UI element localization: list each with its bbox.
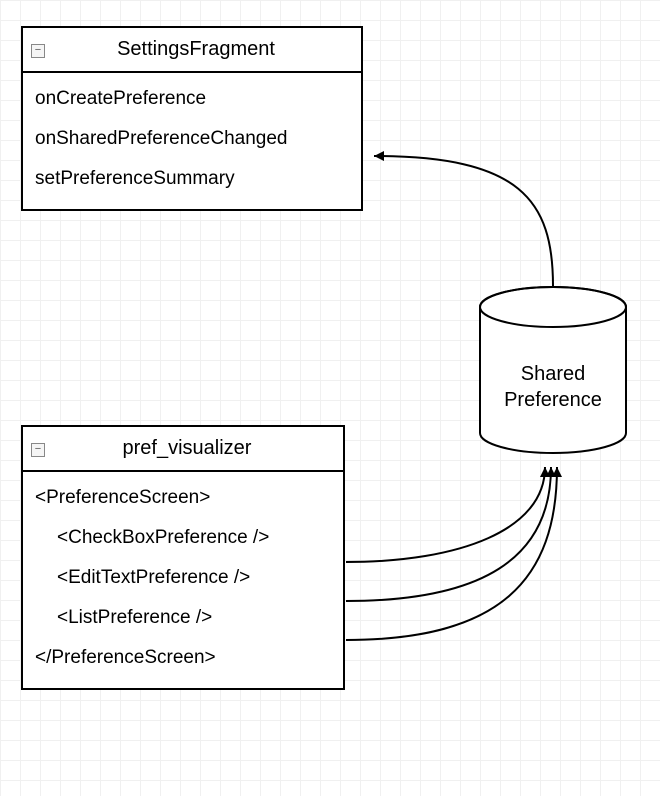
method-row: onSharedPreferenceChanged bbox=[35, 119, 349, 159]
box-header: − SettingsFragment bbox=[23, 28, 361, 73]
xml-tag-close: </PreferenceScreen> bbox=[35, 638, 331, 678]
xml-item: <EditTextPreference /> bbox=[35, 558, 331, 598]
xml-tag-open: <PreferenceScreen> bbox=[35, 478, 331, 518]
collapse-icon[interactable]: − bbox=[31, 44, 45, 58]
cylinder-label-line1: Shared bbox=[478, 361, 628, 387]
arrow-edittext-to-cylinder bbox=[346, 467, 551, 601]
class-box-pref-visualizer: − pref_visualizer <PreferenceScreen> <Ch… bbox=[21, 425, 345, 690]
box-header: − pref_visualizer bbox=[23, 427, 343, 472]
cylinder-shared-preference: Shared Preference bbox=[478, 285, 628, 455]
method-row: onCreatePreference bbox=[35, 79, 349, 119]
collapse-icon[interactable]: − bbox=[31, 443, 45, 457]
xml-item: <ListPreference /> bbox=[35, 598, 331, 638]
method-row: setPreferenceSummary bbox=[35, 159, 349, 199]
box-body: onCreatePreference onSharedPreferenceCha… bbox=[23, 73, 361, 209]
box-title: SettingsFragment bbox=[53, 38, 353, 61]
box-title: pref_visualizer bbox=[53, 437, 335, 460]
xml-item: <CheckBoxPreference /> bbox=[35, 518, 331, 558]
class-box-settings-fragment: − SettingsFragment onCreatePreference on… bbox=[21, 26, 363, 211]
arrow-cylinder-to-settings bbox=[374, 156, 553, 286]
cylinder-label-line2: Preference bbox=[478, 387, 628, 413]
arrow-list-to-cylinder bbox=[346, 467, 557, 640]
arrow-checkbox-to-cylinder bbox=[346, 467, 545, 562]
box-body: <PreferenceScreen> <CheckBoxPreference /… bbox=[23, 472, 343, 688]
cylinder-label: Shared Preference bbox=[478, 361, 628, 413]
